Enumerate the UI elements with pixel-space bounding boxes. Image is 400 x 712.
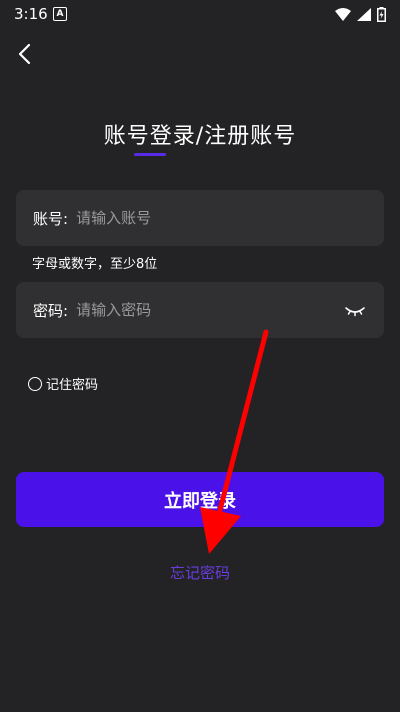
notification-a-icon: A	[53, 7, 67, 21]
eye-closed-icon	[345, 307, 365, 317]
page-title: 账号登录/注册账号	[103, 124, 297, 149]
login-button[interactable]: 立即登录	[16, 472, 384, 527]
remember-label: 记住密码	[46, 378, 99, 393]
status-bar: 3:16 A	[0, 0, 400, 28]
password-visibility-toggle[interactable]	[344, 299, 366, 321]
annotation-arrow	[200, 329, 269, 554]
back-button[interactable]	[12, 40, 40, 68]
cellular-signal-icon	[357, 7, 371, 21]
status-icons	[335, 6, 386, 22]
password-label: 密码:	[33, 301, 69, 320]
status-time: 3:16	[14, 5, 48, 23]
title-area: 账号登录/注册账号	[0, 118, 400, 150]
title-underline	[134, 153, 166, 156]
chevron-left-icon	[18, 43, 31, 65]
remember-password[interactable]: 记住密码	[28, 374, 98, 393]
wifi-icon	[335, 7, 351, 21]
account-input[interactable]	[76, 209, 307, 227]
account-field[interactable]: 账号:	[16, 190, 384, 246]
battery-charging-icon	[377, 6, 386, 22]
remember-radio[interactable]	[28, 376, 42, 391]
account-hint: 字母或数字，至少8位	[32, 257, 158, 272]
account-label: 账号:	[33, 209, 69, 228]
forgot-password-link[interactable]: 忘记密码	[0, 562, 400, 583]
password-field[interactable]: 密码:	[16, 282, 384, 338]
password-input[interactable]	[76, 301, 307, 319]
